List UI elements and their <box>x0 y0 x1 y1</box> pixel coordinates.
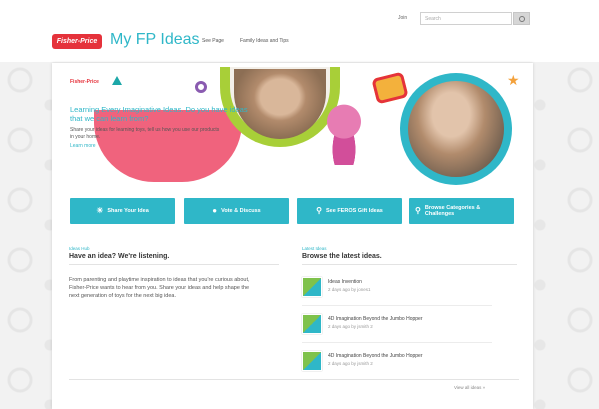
nav-link-family-ideas[interactable]: Family Ideas and Tips <box>240 38 289 44</box>
idea-meta: 2 days ago by jsmith 2 <box>328 324 373 329</box>
main-card: Fisher-Price Learning Every Imaginative … <box>52 63 533 409</box>
idea-title[interactable]: Ideas Invention <box>328 279 362 285</box>
idea-title[interactable]: 4D Imagination Beyond the Jumbo Hopper <box>328 353 423 359</box>
hero-banner: Fisher-Price Learning Every Imaginative … <box>52 63 533 188</box>
toy-block-image <box>371 71 409 105</box>
child-tablet-photo <box>408 81 504 177</box>
gift-ideas-label: See FEROS Gift Ideas <box>326 207 383 214</box>
monkey-toy-image <box>324 103 364 165</box>
vote-discuss-button[interactable]: ● Vote & Discuss <box>184 198 289 224</box>
idea-divider <box>302 305 492 306</box>
bottom-divider <box>69 379 519 380</box>
idea-item[interactable]: Ideas Invention 2 days ago by jones1 <box>302 277 502 306</box>
idea-meta: 2 days ago by jsmith 2 <box>328 361 373 366</box>
right-section-label: Latest Ideas <box>302 246 327 251</box>
search-input[interactable]: Search <box>420 12 512 25</box>
gift-ideas-button[interactable]: ⚲ See FEROS Gift Ideas <box>297 198 402 224</box>
share-idea-button[interactable]: ☀ Share Your Idea <box>70 198 175 224</box>
idea-thumbnail <box>302 314 322 334</box>
left-section-label: Ideas Hub <box>69 246 90 251</box>
idea-item[interactable]: 4D Imagination Beyond the Jumbo Hopper 2… <box>302 351 502 375</box>
idea-thumbnail <box>302 277 322 297</box>
fisher-price-logo[interactable]: Fisher-Price <box>52 34 102 49</box>
site-header: Fisher-Price My FP Ideas See Page Family… <box>0 0 599 62</box>
search-button[interactable] <box>513 12 530 25</box>
nav-link-see-page[interactable]: See Page <box>202 38 224 44</box>
left-section-body: From parenting and playtime inspiration … <box>69 277 250 299</box>
search-icon: ⚲ <box>316 205 322 215</box>
browse-categories-label: Browse Categories & Challenges <box>424 204 481 218</box>
vote-discuss-label: Vote & Discuss <box>221 207 261 214</box>
join-link[interactable]: Join <box>398 15 407 21</box>
search-icon: ⚲ <box>415 205 421 215</box>
idea-title[interactable]: 4D Imagination Beyond the Jumbo Hopper <box>328 316 423 322</box>
left-divider <box>69 264 279 265</box>
chat-icon: ● <box>212 205 218 215</box>
idea-meta: 2 days ago by jones1 <box>328 287 371 292</box>
hero-headline: Learning Every Imaginative Ideas. Do you… <box>70 105 248 123</box>
left-section-title: Have an idea? We're listening. <box>69 253 170 260</box>
site-title[interactable]: My FP Ideas <box>110 31 200 49</box>
hero-text: Learning Every Imaginative Ideas. Do you… <box>70 105 250 149</box>
hero-more-link[interactable]: Learn more <box>70 143 250 149</box>
idea-divider <box>302 342 492 343</box>
triangle-shape <box>112 76 122 85</box>
hero-body: Share your ideas for learning toys, tell… <box>70 127 220 140</box>
browse-categories-button[interactable]: ⚲ Browse Categories & Challenges <box>409 198 514 224</box>
idea-thumbnail <box>302 351 322 371</box>
hero-tagline: Fisher-Price <box>70 79 99 85</box>
lightbulb-icon: ☀ <box>96 205 104 215</box>
right-section-title: Browse the latest ideas. <box>302 253 382 260</box>
share-idea-label: Share Your Idea <box>107 207 149 214</box>
star-icon: ★ <box>507 72 520 88</box>
ring-shape <box>195 81 207 93</box>
idea-item[interactable]: 4D Imagination Beyond the Jumbo Hopper 2… <box>302 314 502 343</box>
right-divider <box>302 264 517 265</box>
view-all-ideas-link[interactable]: View all ideas » <box>454 385 485 390</box>
